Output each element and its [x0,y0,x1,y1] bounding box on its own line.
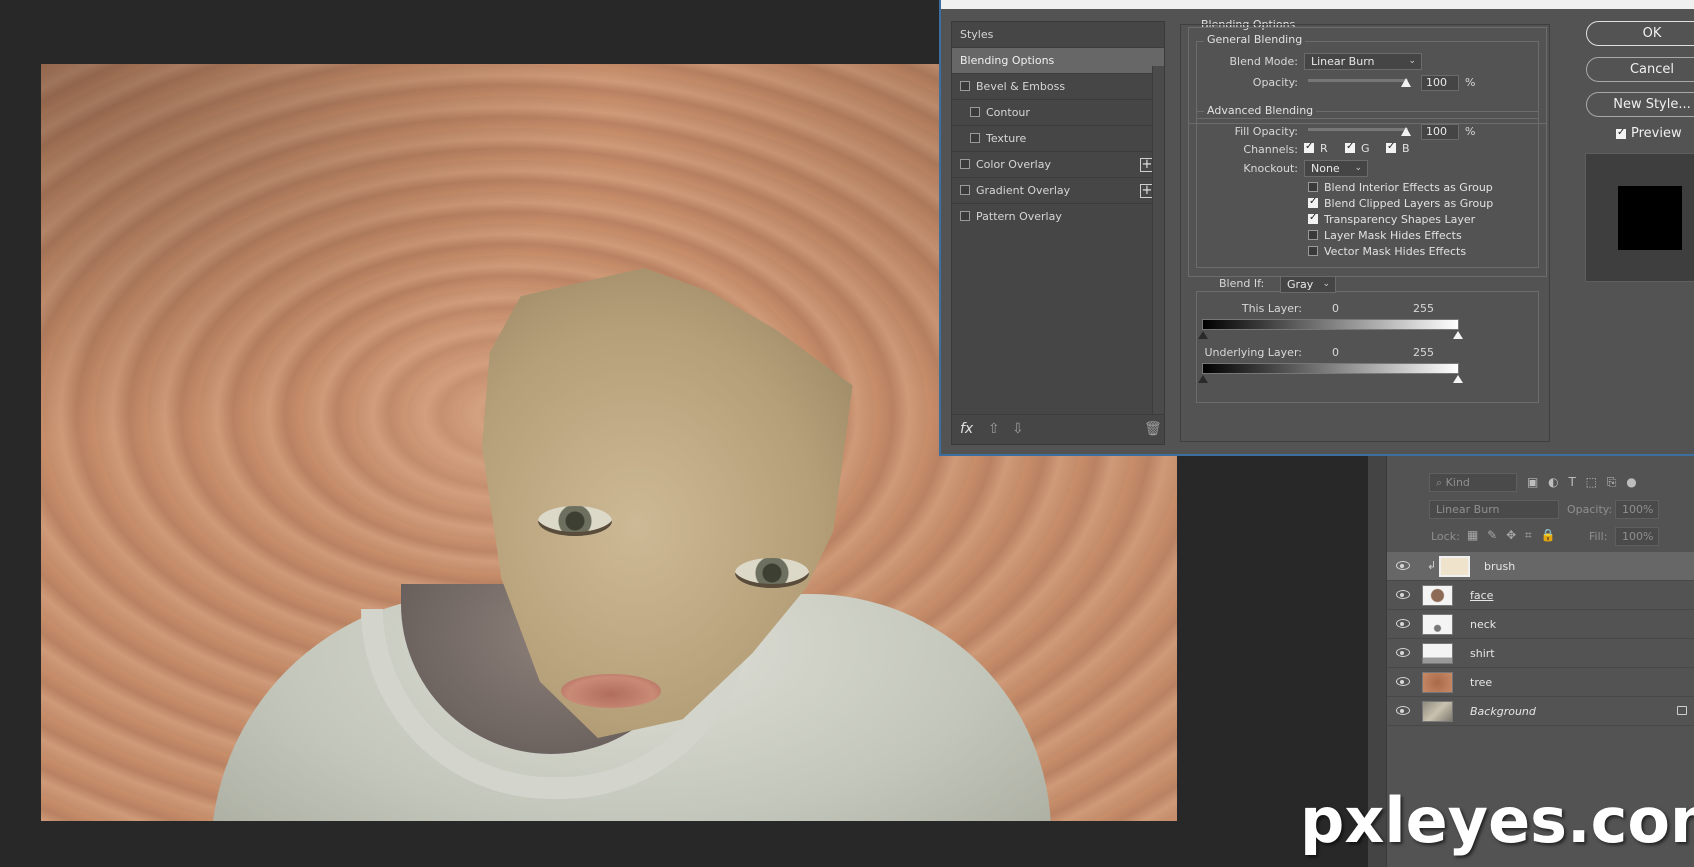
pattern-overlay-checkbox[interactable] [960,211,970,221]
style-item-label: Contour [986,106,1030,119]
pxleyes-watermark: pxleyes.com [1300,784,1694,857]
blending-options-settings: Blending Options General Blending Blend … [1180,18,1556,445]
cancel-button[interactable]: Cancel [1586,57,1694,82]
layer-thumbnail [1422,614,1453,635]
layer-row-tree[interactable]: tree [1387,668,1694,697]
style-item-color-overlay[interactable]: Color Overlay + [952,152,1164,178]
style-item-label: Texture [986,132,1027,145]
visibility-eye-icon[interactable] [1396,648,1410,657]
layer-fill-value: 100% [1622,530,1654,543]
layer-name: Background [1470,705,1536,718]
style-item-label: Color Overlay [976,158,1051,171]
layer-thumbnail [1422,643,1453,664]
layer-fill-label: Fill: [1589,530,1608,543]
lock-transparent-icon[interactable]: ▦ [1467,528,1478,542]
visibility-eye-icon[interactable] [1396,590,1410,599]
clipping-arrow-icon: ↲ [1427,559,1437,572]
style-item-gradient-overlay[interactable]: Gradient Overlay + [952,178,1164,204]
color-overlay-checkbox[interactable] [960,159,970,169]
lock-all-icon[interactable]: 🔒 [1541,528,1556,542]
layer-opacity-label: Opacity: [1567,503,1613,516]
type-filter-icon[interactable]: T [1568,475,1575,489]
styles-footer: fx ⇧ ⇩ 🗑 [952,414,1164,444]
layer-name: tree [1470,676,1493,689]
move-down-icon[interactable]: ⇩ [1012,421,1024,437]
texture-checkbox[interactable] [970,133,980,143]
styles-scrollbar[interactable] [1152,66,1164,414]
style-item-texture[interactable]: Texture [952,126,1164,152]
styles-header[interactable]: Styles [952,22,1164,48]
shape-filter-icon[interactable]: ⬚ [1586,475,1597,489]
layer-name: brush [1484,560,1516,573]
layer-blend-mode-select[interactable]: Linear Burn [1429,500,1559,519]
layer-name: neck [1470,618,1497,631]
filter-icons: ▣ ◐ T ⬚ ⎘ ● [1527,475,1637,490]
settings-outer-frame [1180,24,1550,442]
visibility-eye-icon[interactable] [1396,619,1410,628]
move-up-icon[interactable]: ⇧ [988,421,1000,437]
contour-checkbox[interactable] [970,107,980,117]
layer-name: face [1470,589,1494,602]
visibility-eye-icon[interactable] [1396,561,1410,570]
visibility-eye-icon[interactable] [1396,706,1410,715]
layer-row-brush[interactable]: ↲ brush [1387,552,1694,581]
style-item-bevel-emboss[interactable]: Bevel & Emboss [952,74,1164,100]
layer-row-face[interactable]: face [1387,581,1694,610]
style-preview-box [1585,153,1694,282]
lock-icons: ▦ ✎ ✥ ⌗ 🔒 [1467,528,1556,543]
filter-toggle-icon[interactable]: ● [1626,475,1636,489]
layer-filter-kind[interactable]: ⌕ Kind [1429,473,1517,492]
layer-thumbnail [1439,556,1470,577]
style-item-label: Gradient Overlay [976,184,1071,197]
layer-thumbnail [1422,672,1453,693]
dialog-title-bar[interactable] [941,0,1694,9]
layer-opacity-input[interactable]: 100% [1615,500,1659,519]
visibility-eye-icon[interactable] [1396,677,1410,686]
layer-row-background[interactable]: Background [1387,697,1694,726]
style-preview-swatch [1618,186,1682,250]
fx-icon[interactable]: fx [960,421,973,437]
layer-blend-mode-value: Linear Burn [1436,503,1500,516]
trash-icon[interactable]: 🗑 [1144,421,1162,437]
lock-artboard-icon[interactable]: ⌗ [1525,528,1532,542]
layer-style-dialog: Styles Blending Options Bevel & Emboss C… [939,0,1694,456]
bevel-emboss-checkbox[interactable] [960,81,970,91]
ok-button[interactable]: OK [1586,21,1694,46]
layer-opacity-value: 100% [1622,503,1654,516]
layer-row-neck[interactable]: neck [1387,610,1694,639]
style-item-blending-options[interactable]: Blending Options [952,48,1164,74]
style-item-label: Bevel & Emboss [976,80,1066,93]
layer-fill-input[interactable]: 100% [1615,527,1659,546]
new-style-button[interactable]: New Style... [1586,92,1694,117]
layer-thumbnail [1422,585,1453,606]
adjustment-filter-icon[interactable]: ◐ [1548,475,1558,489]
style-item-pattern-overlay[interactable]: Pattern Overlay [952,204,1164,230]
lock-move-icon[interactable]: ✥ [1506,528,1516,542]
style-item-label: Blending Options [960,54,1055,67]
styles-list-panel: Styles Blending Options Bevel & Emboss C… [951,21,1165,445]
search-icon: ⌕ [1436,476,1446,489]
lock-icon [1677,706,1687,715]
image-filter-icon[interactable]: ▣ [1527,475,1538,489]
preview-checkbox[interactable] [1616,127,1626,139]
layer-name: shirt [1470,647,1495,660]
style-item-label: Pattern Overlay [976,210,1062,223]
right-eye-artwork [735,558,809,588]
filter-kind-label: Kind [1445,476,1470,489]
left-eye-artwork [538,506,612,536]
layer-thumbnail [1422,701,1453,722]
layer-row-shirt[interactable]: shirt [1387,639,1694,668]
smart-object-filter-icon[interactable]: ⎘ [1607,475,1617,489]
lock-label: Lock: [1431,530,1460,543]
lock-brush-icon[interactable]: ✎ [1487,528,1497,542]
mouth-artwork [561,674,661,708]
style-item-contour[interactable]: Contour [952,100,1164,126]
gradient-overlay-checkbox[interactable] [960,185,970,195]
preview-label: Preview [1631,126,1682,141]
